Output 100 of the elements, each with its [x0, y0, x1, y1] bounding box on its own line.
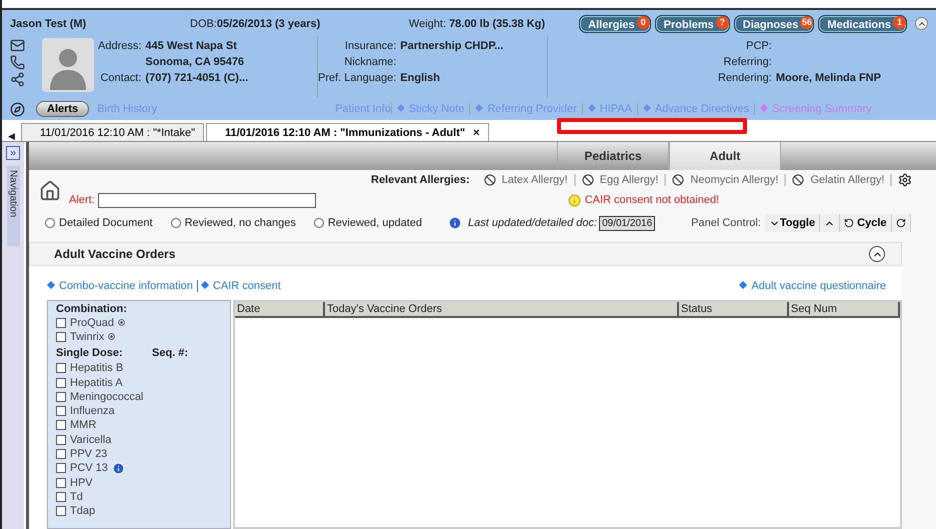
radio-button[interactable]	[45, 218, 55, 228]
vaccine-label: MMR	[70, 419, 96, 432]
phone-icon[interactable]	[10, 54, 25, 70]
diamond-icon	[588, 104, 596, 112]
expand-up-button[interactable]	[820, 214, 840, 232]
diamond-icon	[396, 104, 405, 112]
vaccine-label: Meningococcal	[70, 390, 144, 403]
vaccine-label: ProQuad	[70, 316, 114, 329]
group-label: Combination:	[56, 303, 128, 315]
vaccine-label: Td	[70, 490, 83, 503]
network-icon[interactable]	[10, 72, 25, 87]
diamond-icon	[200, 281, 209, 289]
collapse-button[interactable]	[869, 246, 885, 262]
field-value: Moore, Melinda FNP	[776, 72, 882, 84]
navigation-tab[interactable]: Navigation	[6, 166, 20, 246]
summary-button[interactable]: Problems ?	[654, 14, 730, 33]
alerts-button[interactable]: Alerts	[36, 101, 90, 118]
date-field: 09/01/2016	[599, 216, 656, 230]
vaccine-label: HPV	[70, 476, 93, 489]
collapse-icon[interactable]	[915, 17, 928, 30]
seq-label: Seq. #:	[152, 346, 188, 359]
vaccine-label: PCV 13	[70, 462, 108, 474]
mail-icon[interactable]	[10, 38, 25, 53]
vaccine-label: Twinrix	[70, 330, 104, 343]
weight-value: 78.00 lb (35.38 Kg)	[449, 18, 546, 30]
checkbox[interactable]	[56, 363, 66, 374]
diamond-icon	[475, 104, 484, 112]
info-link[interactable]: Combo-vaccine information	[47, 280, 193, 292]
field-value: 445 West Napa St	[145, 40, 238, 52]
checkbox[interactable]	[56, 506, 66, 516]
radio-label: Reviewed, updated	[328, 217, 422, 229]
field-label: Address:	[98, 40, 142, 52]
column-header[interactable]: Status	[679, 302, 789, 318]
patient-name: Jason Test (M)	[10, 18, 88, 30]
expand-button[interactable]: »	[6, 146, 20, 160]
redo-button[interactable]	[892, 214, 911, 232]
document-tab[interactable]: 11/01/2016 12:10 AM : "*Intake"	[21, 123, 204, 141]
checkbox[interactable]	[56, 434, 66, 445]
ban-icon	[792, 174, 804, 186]
group-label: Single Dose:	[56, 346, 124, 359]
radio-label: Detailed Document	[59, 217, 153, 229]
summary-button[interactable]: Diagnoses 56	[734, 14, 814, 33]
checkbox[interactable]	[56, 378, 66, 388]
checkbox[interactable]	[56, 463, 66, 474]
vaccine-label: Hepatitis A	[70, 376, 123, 389]
document-tab[interactable]: 11/01/2016 12:10 AM : "Immunizations - Adult" ×	[206, 123, 489, 141]
info-icon	[448, 216, 462, 230]
field-value: (707) 721-4051 (C)...	[145, 72, 250, 84]
alert-input[interactable]	[98, 192, 316, 208]
allergy-label: Gelatin Allergy!	[810, 174, 884, 186]
checkbox[interactable]	[56, 478, 66, 488]
avatar-icon	[42, 38, 94, 92]
last-updated-label: Last updated/detailed doc:	[468, 217, 598, 229]
summary-button[interactable]: Medications 1	[818, 14, 907, 33]
count-badge: 0	[636, 16, 650, 29]
summary-button[interactable]: Allergies 0	[579, 14, 651, 33]
checkbox[interactable]	[56, 492, 66, 502]
checkbox[interactable]	[56, 332, 66, 342]
close-icon[interactable]: ×	[473, 126, 480, 138]
scroll-left-icon[interactable]: ◀	[8, 131, 15, 141]
checkbox[interactable]	[56, 318, 66, 328]
ban-icon	[484, 174, 496, 186]
allergy-label: Latex Allergy!	[502, 174, 568, 186]
column-header[interactable]: Today's Vaccine Orders	[325, 302, 679, 318]
vaccine-label: Varicella	[70, 434, 112, 446]
radio-button[interactable]	[170, 218, 181, 228]
warning-text: CAIR consent not obtained!	[584, 194, 720, 206]
checkbox[interactable]	[56, 406, 66, 416]
alert-label: Alert:	[69, 194, 95, 206]
field-label: Insurance:	[344, 40, 396, 52]
column-header[interactable]: Date	[235, 302, 325, 318]
toggle-button[interactable]: Toggle	[764, 214, 820, 232]
cycle-button[interactable]: Cycle	[840, 214, 892, 232]
checkbox[interactable]	[56, 420, 66, 430]
home-icon[interactable]	[39, 180, 61, 202]
dob-label: DOB:	[190, 18, 217, 30]
column-header[interactable]: Seq Num	[789, 302, 900, 318]
allergy-label: Neomycin Allergy!	[690, 174, 778, 186]
vaccine-label: Influenza	[70, 405, 115, 418]
warning-icon	[568, 194, 581, 206]
rotate-left-icon	[844, 218, 854, 228]
info-icon[interactable]	[112, 462, 125, 475]
info-link[interactable]: CAIR consent	[196, 280, 281, 292]
field-label: Nickname:	[343, 56, 396, 68]
radio-label: Reviewed, no changes	[184, 217, 296, 229]
form-tab[interactable]: Adult	[669, 142, 781, 170]
weight-label: Weight:	[408, 18, 447, 30]
ban-icon	[672, 174, 684, 186]
questionnaire-link[interactable]: Adult vaccine questionnaire	[739, 280, 886, 292]
field-label: Referring:	[722, 56, 772, 68]
rotate-right-icon	[896, 218, 906, 228]
vaccine-label: Hepatitis B	[70, 362, 124, 374]
checkbox[interactable]	[56, 392, 66, 402]
compass-icon[interactable]	[10, 102, 25, 117]
settings-icon[interactable]	[898, 173, 912, 187]
radio-button[interactable]	[314, 218, 324, 228]
checkbox[interactable]	[56, 449, 66, 460]
allergies-label: Relevant Allergies:	[371, 174, 470, 186]
count-badge: 56	[800, 16, 814, 29]
count-badge: ?	[716, 16, 729, 29]
